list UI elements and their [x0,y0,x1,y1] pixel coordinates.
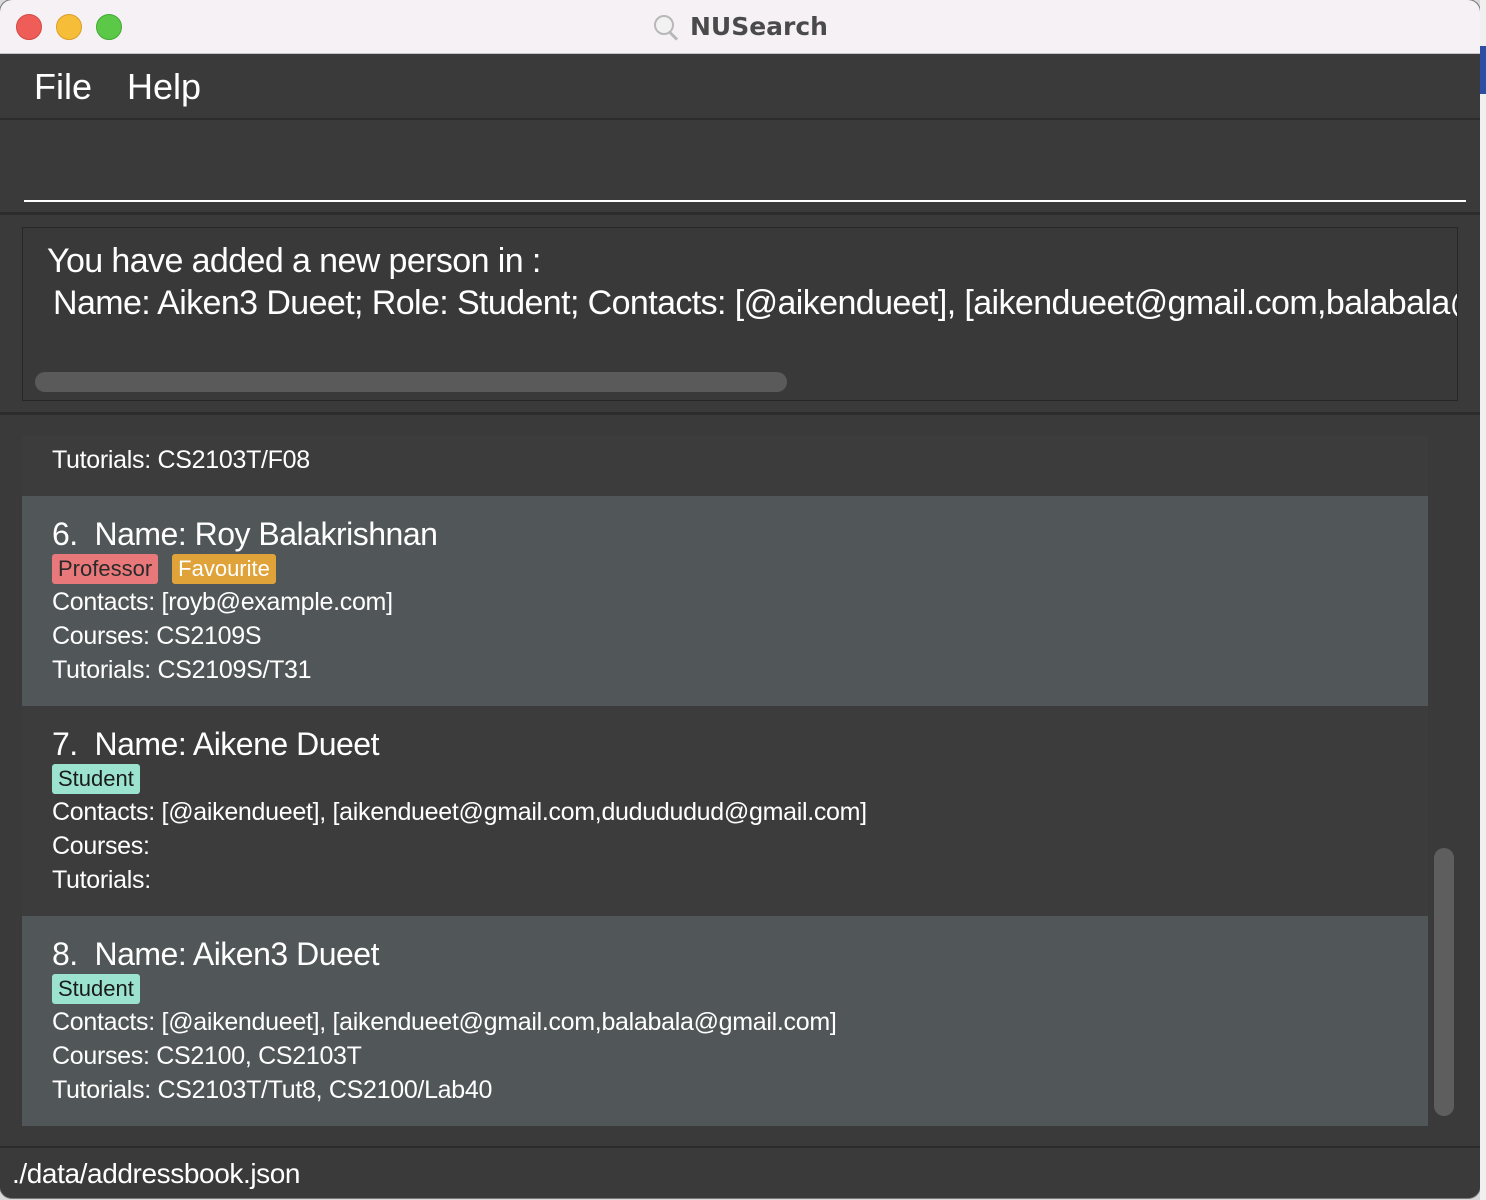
save-file-path: ./data/addressbook.json [12,1158,301,1189]
person-list-vertical-scrollbar[interactable] [1434,848,1454,1116]
command-input[interactable] [24,138,1466,202]
status-bar: ./data/addressbook.json [0,1146,1480,1198]
person-courses: Courses: [52,832,150,860]
title-bar: NUSearch [0,0,1480,54]
person-courses: Courses: CS2100, CS2103T [52,1042,362,1070]
background-window-edge [1480,0,1486,1200]
result-message: You have added a new person in : [47,242,541,280]
result-horizontal-scrollbar[interactable] [35,372,787,392]
person-tags: Student [52,974,140,1004]
person-tutorials: Tutorials: [52,866,151,894]
person-name: 6. Name: Roy Balakrishnan [52,516,438,553]
person-index: 7. [52,726,78,762]
person-name: 7. Name: Aikene Dueet [52,726,379,763]
person-tutorials: Tutorials: CS2109S/T31 [52,656,312,684]
person-tutorials: Tutorials: CS2103T/Tut8, CS2100/Lab40 [52,1076,493,1104]
person-tags: Student [52,764,140,794]
menu-bar: File Help [0,54,1480,120]
menu-help[interactable]: Help [127,66,201,108]
result-detail: Name: Aiken3 Dueet; Role: Student; Conta… [53,284,1458,322]
tag-professor: Professor [52,554,159,584]
person-card-partial[interactable]: Tutorials: CS2103T/F08 [22,436,1428,496]
person-tags: Professor Favourite [52,554,276,584]
person-name-text: Name: Roy Balakrishnan [94,516,438,552]
person-list-panel: Tutorials: CS2103T/F08 6. Name: Roy Bala… [0,416,1480,1144]
person-name-text: Name: Aikene Dueet [94,726,379,762]
person-index: 8. [52,936,78,972]
person-contacts: Contacts: [royb@example.com] [52,588,393,616]
person-contacts: Contacts: [@aikendueet], [aikendueet@gma… [52,1008,837,1036]
app-window: NUSearch File Help You have added a new … [0,0,1480,1198]
person-courses: Courses: CS2109S [52,622,262,650]
result-display[interactable]: You have added a new person in : Name: A… [22,227,1458,401]
command-box [0,120,1480,215]
person-tutorials: Tutorials: CS2103T/F08 [52,446,310,474]
person-name-text: Name: Aiken3 Dueet [94,936,379,972]
person-card[interactable]: 7. Name: Aikene Dueet Student Contacts: … [22,706,1428,916]
tag-student: Student [52,764,140,794]
person-index: 6. [52,516,78,552]
tag-favourite: Favourite [172,554,276,584]
person-card[interactable]: 6. Name: Roy Balakrishnan Professor Favo… [22,496,1428,706]
tag-student: Student [52,974,140,1004]
window-title: NUSearch [689,12,828,41]
person-card[interactable]: 8. Name: Aiken3 Dueet Student Contacts: … [22,916,1428,1126]
menu-file[interactable]: File [34,66,92,108]
person-contacts: Contacts: [@aikendueet], [aikendueet@gma… [52,798,867,826]
person-list[interactable]: Tutorials: CS2103T/F08 6. Name: Roy Bala… [22,436,1428,1126]
person-name: 8. Name: Aiken3 Dueet [52,936,379,973]
result-display-panel: You have added a new person in : Name: A… [0,215,1480,415]
background-window-accent [1480,46,1486,94]
magnifier-icon [652,13,680,41]
title-container: NUSearch [0,0,1480,53]
